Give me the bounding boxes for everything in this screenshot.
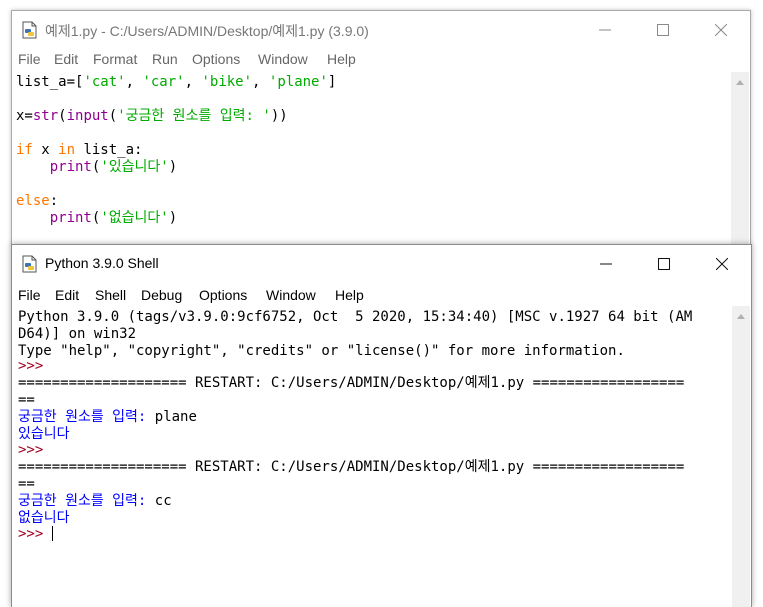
input-line: 궁금한 원소를 입력: cc (18, 493, 172, 510)
code-line: if x in list_a: (16, 142, 142, 159)
code-token: ( (108, 108, 118, 124)
code-token: 'plane' (268, 74, 328, 90)
python-file-icon (22, 21, 37, 39)
menu-window[interactable]: Window (266, 287, 316, 303)
code-token: ) (168, 210, 178, 226)
code-token: ) (168, 159, 178, 175)
output-line: 있습니다 (18, 426, 70, 442)
code-token: else (16, 193, 50, 209)
code-token: 'bike' (201, 74, 253, 90)
restart-line-wrap: == (18, 392, 35, 408)
shell-menubar: File Edit Shell Debug Options Window Hel… (12, 285, 751, 307)
code-token: '궁금한 원소를 입력: ' (117, 108, 271, 124)
restart-line: ==================== RESTART: C:/Users/A… (18, 375, 685, 391)
code-line: print('없습니다') (16, 210, 177, 227)
code-token: , (125, 74, 143, 90)
shell-scrollbar[interactable] (732, 306, 750, 607)
maximize-icon (658, 257, 670, 270)
code-token: '없습니다' (100, 210, 169, 226)
menu-help[interactable]: Help (335, 287, 364, 303)
banner-line: Type "help", "copyright", "credits" or "… (18, 343, 625, 359)
shell-prompt: >>> (18, 442, 44, 458)
input-prompt-text: 궁금한 원소를 입력: (18, 409, 155, 425)
close-icon (716, 257, 728, 270)
menu-file[interactable]: File (18, 287, 41, 303)
restart-line-wrap: == (18, 476, 35, 492)
code-line: else: (16, 193, 58, 210)
text-cursor (51, 526, 54, 541)
input-prompt-text: 궁금한 원소를 입력: (18, 493, 155, 509)
menu-run[interactable]: Run (152, 51, 178, 67)
code-token: ] (327, 74, 337, 90)
code-line: print('있습니다') (16, 159, 177, 176)
code-line: list_a=['cat', 'car', 'bike', 'plane'] (16, 74, 336, 91)
code-token: x= (16, 108, 33, 124)
code-token: '있습니다' (100, 159, 169, 175)
shell-prompt: >>> (18, 358, 44, 374)
editor-title: 예제1.py - C:/Users/ADMIN/Desktop/예제1.py (… (45, 23, 369, 39)
code-token: x (32, 142, 59, 158)
shell-titlebar[interactable]: Python 3.9.0 Shell (12, 245, 751, 282)
code-token: , (184, 74, 202, 90)
shell-maximize-button[interactable] (635, 245, 693, 282)
menu-shell[interactable]: Shell (95, 287, 126, 303)
shell-title: Python 3.9.0 Shell (45, 255, 159, 271)
editor-window[interactable]: 예제1.py - C:/Users/ADMIN/Desktop/예제1.py (… (11, 10, 751, 246)
code-token: input (66, 108, 109, 124)
editor-scrollbar[interactable] (731, 72, 749, 245)
menu-file[interactable]: File (18, 51, 41, 67)
editor-close-button[interactable] (692, 11, 750, 48)
scroll-up-icon[interactable] (736, 80, 744, 85)
code-token: )) (270, 108, 288, 124)
code-token: list_a=[ (16, 74, 84, 90)
menu-options[interactable]: Options (199, 287, 247, 303)
code-token: list_a: (75, 142, 143, 158)
shell-prompt: >>> (18, 526, 52, 542)
code-line: x=str(input('궁금한 원소를 입력: ')) (16, 108, 288, 125)
menu-edit[interactable]: Edit (55, 287, 79, 303)
maximize-icon (657, 23, 669, 36)
minimize-icon (600, 263, 612, 264)
minimize-icon (599, 29, 611, 30)
code-token: 'car' (142, 74, 185, 90)
banner-line: Python 3.9.0 (tags/v3.9.0:9cf6752, Oct 5… (18, 309, 693, 325)
python-file-icon (22, 255, 37, 273)
menu-help[interactable]: Help (327, 51, 356, 67)
code-token: print (49, 210, 92, 226)
shell-minimize-button[interactable] (577, 245, 635, 282)
scroll-up-icon[interactable] (737, 314, 745, 319)
menu-debug[interactable]: Debug (141, 287, 182, 303)
menu-format[interactable]: Format (93, 51, 137, 67)
code-token: print (49, 159, 92, 175)
user-input: plane (154, 409, 197, 425)
code-editor[interactable]: list_a=['cat', 'car', 'bike', 'plane'] x… (16, 72, 725, 246)
shell-window[interactable]: Python 3.9.0 Shell File Edit Shell Debug… (11, 244, 752, 607)
restart-line: ==================== RESTART: C:/Users/A… (18, 459, 685, 475)
shell-output[interactable]: Python 3.9.0 (tags/v3.9.0:9cf6752, Oct 5… (18, 307, 726, 607)
editor-minimize-button[interactable] (576, 11, 634, 48)
active-prompt-line[interactable]: >>> (18, 526, 54, 543)
code-token: str (32, 108, 59, 124)
close-icon (715, 23, 727, 36)
code-token: if (16, 142, 33, 158)
code-token: 'cat' (83, 74, 126, 90)
editor-maximize-button[interactable] (634, 11, 692, 48)
menu-edit[interactable]: Edit (54, 51, 78, 67)
banner-line: D64)] on win32 (18, 326, 137, 342)
shell-close-button[interactable] (693, 245, 751, 282)
code-token: in (58, 142, 76, 158)
menu-options[interactable]: Options (192, 51, 240, 67)
input-line: 궁금한 원소를 입력: plane (18, 409, 197, 426)
user-input: cc (154, 493, 172, 509)
code-token: : (49, 193, 59, 209)
editor-menubar: File Edit Format Run Options Window Help (12, 49, 750, 71)
editor-titlebar[interactable]: 예제1.py - C:/Users/ADMIN/Desktop/예제1.py (… (12, 11, 750, 48)
code-token: ( (58, 108, 67, 124)
code-token: , (252, 74, 269, 90)
output-line: 없습니다 (18, 510, 70, 526)
menu-window[interactable]: Window (258, 51, 308, 67)
